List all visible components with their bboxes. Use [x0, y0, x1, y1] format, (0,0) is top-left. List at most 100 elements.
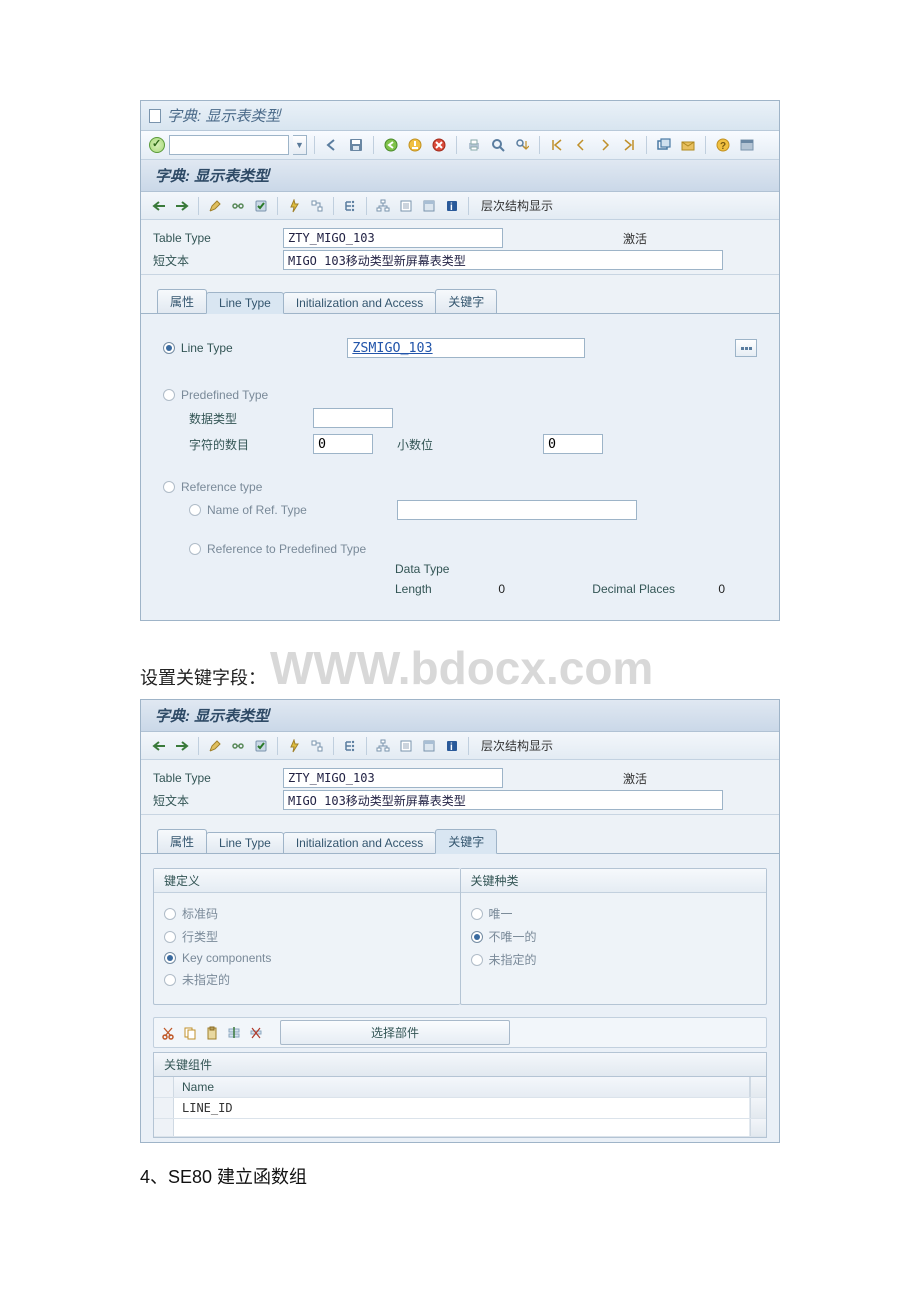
nav-back-icon[interactable]: [149, 196, 169, 216]
tab-attributes[interactable]: 属性: [157, 289, 207, 313]
tab-line-type[interactable]: Line Type: [206, 832, 284, 853]
nav-fwd-icon[interactable]: [172, 736, 192, 756]
decimals-field[interactable]: [543, 434, 603, 454]
display-change-icon[interactable]: [205, 196, 225, 216]
check-icon[interactable]: [251, 196, 271, 216]
display-change-icon[interactable]: [205, 736, 225, 756]
scrollbar[interactable]: [750, 1077, 766, 1097]
command-dropdown-icon[interactable]: ▼: [293, 135, 307, 155]
check-icon[interactable]: [251, 736, 271, 756]
last-page-icon[interactable]: [619, 135, 639, 155]
back-green-icon[interactable]: [381, 135, 401, 155]
contents-icon[interactable]: [396, 736, 416, 756]
append-icon[interactable]: [419, 196, 439, 216]
data-type-field[interactable]: [313, 408, 393, 428]
separator: [277, 737, 278, 755]
insert-row-icon[interactable]: [224, 1023, 244, 1043]
new-session-icon[interactable]: [654, 135, 674, 155]
charnum-field[interactable]: [313, 434, 373, 454]
layout-icon[interactable]: [737, 135, 757, 155]
activate-icon[interactable]: [284, 196, 304, 216]
tab-key[interactable]: 关键字: [435, 829, 497, 854]
component-toolbar: 选择部件: [153, 1017, 767, 1048]
radio-ref-predef[interactable]: [189, 543, 201, 555]
print-icon[interactable]: [464, 135, 484, 155]
radio-line-type[interactable]: [163, 342, 175, 354]
choose-components-button[interactable]: 选择部件: [280, 1020, 510, 1045]
ref-name-field[interactable]: [397, 500, 637, 520]
command-field[interactable]: [169, 135, 289, 155]
shorttext-field[interactable]: [283, 250, 723, 270]
menu-icon[interactable]: [149, 109, 161, 123]
back-icon[interactable]: [322, 135, 342, 155]
radio-ref-name[interactable]: [189, 504, 201, 516]
tab-init-access[interactable]: Initialization and Access: [283, 292, 436, 313]
exit-yellow-icon[interactable]: [405, 135, 425, 155]
tree-icon[interactable]: [340, 196, 360, 216]
cell-line-id[interactable]: LINE_ID: [174, 1098, 750, 1118]
radio-unspec-cat[interactable]: [471, 954, 483, 966]
scrollbar[interactable]: [750, 1098, 766, 1118]
radio-unspec-def[interactable]: [164, 974, 176, 986]
shorttext-label: 短文本: [153, 792, 283, 809]
line-type-field[interactable]: [347, 338, 585, 358]
radio-predefined-type[interactable]: [163, 389, 175, 401]
scrollbar[interactable]: [750, 1119, 766, 1136]
paste-icon[interactable]: [202, 1023, 222, 1043]
prev-page-icon[interactable]: [571, 135, 591, 155]
nav-fwd-icon[interactable]: [172, 196, 192, 216]
where-used-icon[interactable]: [307, 196, 327, 216]
tab-key[interactable]: 关键字: [435, 289, 497, 313]
f4-help-icon[interactable]: [735, 339, 757, 357]
radio-components[interactable]: [164, 952, 176, 964]
radio-unique[interactable]: [471, 908, 483, 920]
tab-attributes[interactable]: 属性: [157, 829, 207, 853]
separator: [333, 197, 334, 215]
append-icon[interactable]: [419, 736, 439, 756]
tree-icon[interactable]: [340, 736, 360, 756]
table-type-field[interactable]: [283, 228, 503, 248]
hierarchy-display-button[interactable]: 层次结构显示: [475, 735, 559, 756]
where-used-icon[interactable]: [307, 736, 327, 756]
first-page-icon[interactable]: [547, 135, 567, 155]
separator: [539, 136, 540, 154]
info-icon[interactable]: i: [442, 196, 462, 216]
tab-init-access[interactable]: Initialization and Access: [283, 832, 436, 853]
hierarchy-display-button[interactable]: 层次结构显示: [475, 195, 559, 216]
hierarchy-icon[interactable]: [373, 196, 393, 216]
table-type-field[interactable]: [283, 768, 503, 788]
tab-line-type[interactable]: Line Type: [206, 292, 284, 314]
cancel-red-icon[interactable]: [429, 135, 449, 155]
empty-cell[interactable]: [174, 1119, 750, 1136]
radio-std[interactable]: [164, 908, 176, 920]
separator: [198, 737, 199, 755]
header-form-2: Table Type 激活 短文本: [141, 760, 779, 815]
next-page-icon[interactable]: [595, 135, 615, 155]
delete-row-icon[interactable]: [246, 1023, 266, 1043]
shorttext-field[interactable]: [283, 790, 723, 810]
col-name[interactable]: Name: [174, 1077, 750, 1097]
cut-icon[interactable]: [158, 1023, 178, 1043]
save-icon[interactable]: [346, 135, 366, 155]
contents-icon[interactable]: [396, 196, 416, 216]
key-components-grid[interactable]: Name LINE_ID: [153, 1077, 767, 1138]
find-icon[interactable]: [488, 135, 508, 155]
other-object-icon[interactable]: [228, 736, 248, 756]
ok-icon[interactable]: [149, 137, 165, 153]
other-object-icon[interactable]: [228, 196, 248, 216]
help-icon[interactable]: ?: [713, 135, 733, 155]
radio-nonunique[interactable]: [471, 931, 483, 943]
row-selector[interactable]: [154, 1119, 174, 1136]
key-cat-title: 关键种类: [461, 869, 767, 893]
activate-icon[interactable]: [284, 736, 304, 756]
nav-back-icon[interactable]: [149, 736, 169, 756]
hierarchy-icon[interactable]: [373, 736, 393, 756]
info-icon[interactable]: i: [442, 736, 462, 756]
radio-reference-type[interactable]: [163, 481, 175, 493]
row-selector[interactable]: [154, 1098, 174, 1118]
find-next-icon[interactable]: [512, 135, 532, 155]
shortcut-icon[interactable]: [678, 135, 698, 155]
key-def-title: 键定义: [154, 869, 460, 893]
copy-icon[interactable]: [180, 1023, 200, 1043]
radio-row[interactable]: [164, 931, 176, 943]
